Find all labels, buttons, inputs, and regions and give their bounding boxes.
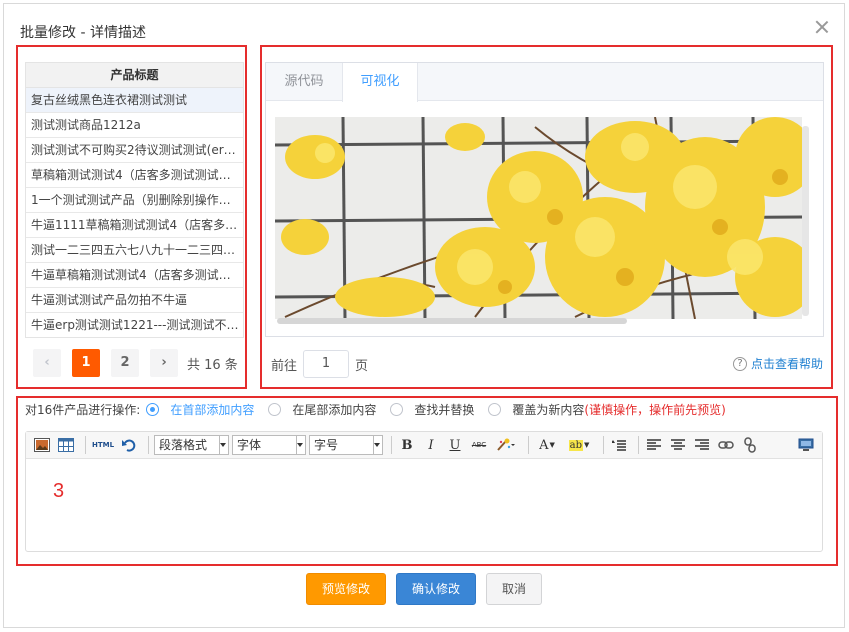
align-right-icon[interactable] xyxy=(692,435,712,455)
help-text: 点击查看帮助 xyxy=(751,357,824,371)
goto-suffix: 页 xyxy=(355,358,369,374)
rich-text-editor[interactable]: HTML 段落格式 字体 字号 B I U ABC A ▼ ab ▼ xyxy=(25,431,823,552)
radio-overwrite[interactable]: 覆盖为新内容 xyxy=(488,401,584,418)
font-color-icon[interactable]: A ▼ xyxy=(534,435,560,455)
highlight-color-icon[interactable]: ab ▼ xyxy=(564,435,594,455)
tab-source-code[interactable]: 源代码 xyxy=(266,63,342,101)
fullscreen-icon[interactable] xyxy=(796,435,816,455)
font-family-select[interactable]: 字体 xyxy=(232,435,306,455)
operation-warning: (谨慎操作，操作前先预览) xyxy=(584,403,726,417)
product-list-item[interactable]: 测试测试商品1212a xyxy=(26,113,243,138)
html-source-icon[interactable]: HTML xyxy=(91,435,115,455)
radio-circle-icon xyxy=(146,403,160,416)
product-list-item[interactable]: 牛逼1111草稿箱测试测试4（店客多… xyxy=(26,213,243,238)
prev-page-button[interactable]: ‹ xyxy=(33,349,61,377)
bold-icon[interactable]: B xyxy=(397,435,417,455)
product-list-item[interactable]: 牛逼草稿箱测试测试4（店客多测试… xyxy=(26,263,243,288)
radio-append[interactable]: 在尾部添加内容 xyxy=(268,401,376,418)
radio-circle-icon xyxy=(488,403,502,416)
preview-image xyxy=(275,117,802,319)
align-center-icon[interactable] xyxy=(668,435,688,455)
goto-page-input[interactable]: 1 xyxy=(303,350,350,378)
font-size-select[interactable]: 字号 xyxy=(309,435,383,455)
line-height-icon[interactable] xyxy=(609,435,629,455)
next-page-button[interactable]: › xyxy=(150,349,178,377)
underline-icon[interactable]: U xyxy=(445,435,465,455)
goto-prefix: 前往 xyxy=(271,358,298,374)
insert-image-icon[interactable] xyxy=(32,435,52,455)
preview-vertical-scrollbar[interactable] xyxy=(802,126,809,316)
toolbar-divider xyxy=(638,436,639,454)
radio-prepend[interactable]: 在首部添加内容 xyxy=(146,401,254,418)
confirm-changes-button[interactable]: 确认修改 xyxy=(396,573,476,605)
paragraph-format-select[interactable]: 段落格式 xyxy=(154,435,229,455)
page-1-button[interactable]: 1 xyxy=(72,349,100,377)
pagination: ‹ 1 2 › 共 16 条 xyxy=(33,349,238,377)
pagination-total: 共 16 条 xyxy=(187,357,238,373)
insert-table-icon[interactable] xyxy=(56,435,76,455)
product-list: 产品标题 复古丝绒黑色连衣裙测试测试 测试测试商品1212a 测试测试不可购买2待议… xyxy=(25,62,244,338)
undo-icon[interactable] xyxy=(119,435,139,455)
clear-format-icon[interactable] xyxy=(493,435,519,455)
product-list-item[interactable]: 测试一二三四五六七八九十一二三四… xyxy=(26,238,243,263)
preview-changes-button[interactable]: 预览修改 xyxy=(306,573,386,605)
toolbar-divider xyxy=(148,436,149,454)
product-list-item[interactable]: 复古丝绒黑色连衣裙测试测试 xyxy=(26,88,243,113)
close-icon[interactable] xyxy=(815,20,829,34)
radio-circle-icon xyxy=(268,403,282,416)
product-list-item[interactable]: 1一个测试测试产品（别删除别操作… xyxy=(26,188,243,213)
cancel-button[interactable]: 取消 xyxy=(486,573,542,605)
italic-icon[interactable]: I xyxy=(421,435,441,455)
toolbar-divider xyxy=(85,436,86,454)
operation-prefix: 对16件产品进行操作: xyxy=(25,403,141,417)
goto-page: 前往 1 页 xyxy=(271,350,368,378)
editor-tabs: 源代码 可视化 xyxy=(266,63,823,102)
product-list-header: 产品标题 xyxy=(26,63,243,88)
help-link[interactable]: ? 点击查看帮助 xyxy=(733,355,823,372)
detail-editor-panel: 源代码 可视化 xyxy=(265,62,824,337)
toolbar-divider xyxy=(603,436,604,454)
rte-toolbar: HTML 段落格式 字体 字号 B I U ABC A ▼ ab ▼ xyxy=(26,432,822,459)
align-left-icon[interactable] xyxy=(644,435,664,455)
operation-options: 对16件产品进行操作: 在首部添加内容 在尾部添加内容 查找并替换 覆盖为新内容… xyxy=(25,401,726,418)
product-list-item[interactable]: 测试测试不可购买2待议测试测试(er… xyxy=(26,138,243,163)
page-2-button[interactable]: 2 xyxy=(111,349,139,377)
link-icon[interactable] xyxy=(716,435,736,455)
unlink-icon[interactable] xyxy=(740,435,760,455)
strikethrough-icon[interactable]: ABC xyxy=(469,435,489,455)
radio-find-replace[interactable]: 查找并替换 xyxy=(390,401,474,418)
tab-visual[interactable]: 可视化 xyxy=(342,63,418,102)
product-list-item[interactable]: 牛逼测试测试产品勿拍不牛逼 xyxy=(26,288,243,313)
question-icon: ? xyxy=(733,356,747,371)
dialog-title: 批量修改 - 详情描述 xyxy=(20,25,146,41)
radio-circle-icon xyxy=(390,403,404,416)
product-list-item[interactable]: 牛逼erp测试测试1221---测试测试不… xyxy=(26,313,243,337)
preview-horizontal-scrollbar[interactable] xyxy=(277,318,627,324)
toolbar-divider xyxy=(391,436,392,454)
toolbar-divider xyxy=(528,436,529,454)
product-list-item[interactable]: 草稿箱测试测试4（店客多测试测试… xyxy=(26,163,243,188)
